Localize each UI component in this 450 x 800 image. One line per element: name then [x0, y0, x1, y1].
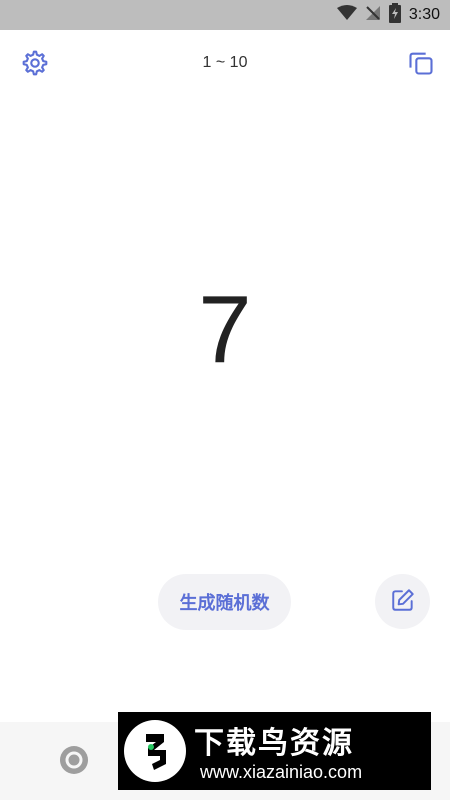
edit-icon	[390, 587, 416, 617]
bird-logo-icon	[124, 720, 186, 782]
status-bar: 3:30	[0, 0, 450, 30]
status-icons: 3:30	[336, 0, 440, 30]
edit-button[interactable]	[375, 574, 430, 629]
watermark: 下载鸟资源 www.xiazainiao.com	[118, 712, 431, 790]
watermark-url: www.xiazainiao.com	[200, 762, 363, 782]
range-label[interactable]: 1 ~ 10	[0, 54, 450, 72]
no-signal-icon	[365, 5, 381, 25]
home-button[interactable]	[58, 744, 90, 776]
watermark-title: 下载鸟资源	[194, 726, 354, 761]
generate-button[interactable]: 生成随机数	[158, 574, 291, 630]
status-time: 3:30	[408, 6, 440, 23]
wifi-icon	[336, 5, 357, 25]
battery-charging-icon	[388, 3, 401, 27]
random-result: 7	[198, 276, 252, 383]
copy-button[interactable]	[406, 50, 436, 80]
copy-icon	[407, 49, 435, 81]
